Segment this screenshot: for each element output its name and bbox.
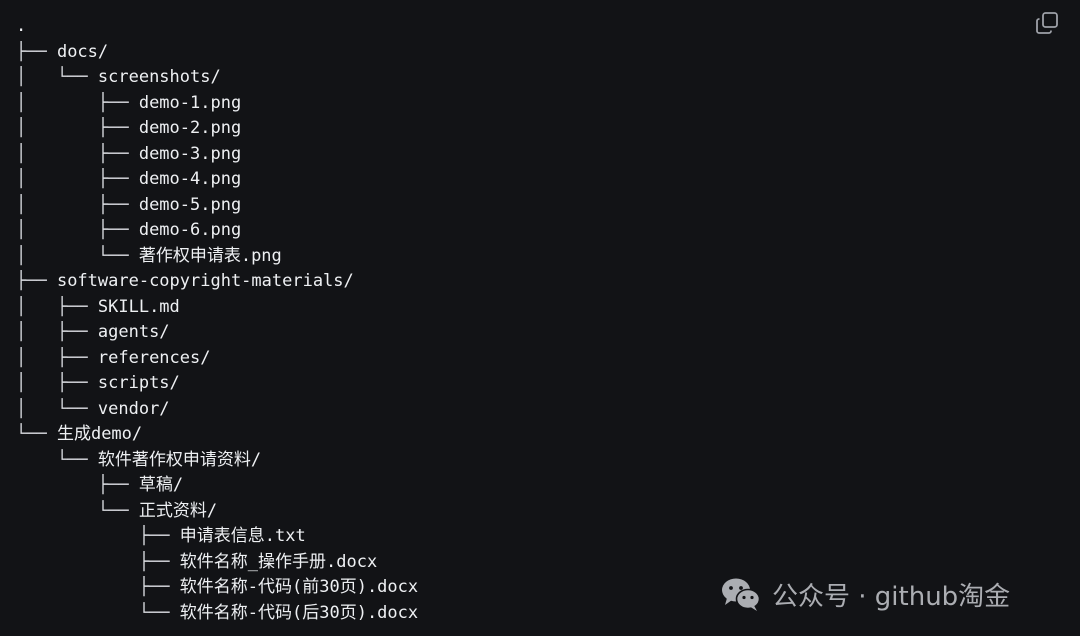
tree-line: ├── 软件名称-代码(前30页).docx (16, 575, 418, 601)
tree-line: ├── 草稿/ (16, 473, 418, 499)
tree-item-name: 生成demo/ (56, 424, 143, 444)
tree-item-name: demo-6.png (138, 220, 242, 240)
tree-line: │ ├── SKILL.md (16, 295, 418, 321)
tree-line: └── 生成demo/ (16, 422, 418, 448)
tree-guides: └── (16, 500, 139, 521)
code-block: . ├── docs/│ └── screenshots/│ ├── demo-1… (0, 0, 1080, 636)
tree-guides: ├── (16, 271, 57, 291)
tree-guides: ├── (16, 41, 57, 62)
tree-line: ├── docs/ (16, 40, 418, 66)
tree-guides: │ └── (16, 398, 98, 419)
tree-line: │ ├── agents/ (16, 320, 418, 346)
tree-guides: │ ├── (16, 322, 98, 342)
tree-line: │ ├── demo-4.png (16, 167, 418, 193)
tree-item-name: demo-3.png (138, 143, 242, 164)
tree-guides: ├── (16, 475, 139, 495)
tree-line: └── 软件著作权申请资料/ (16, 448, 418, 474)
tree-line: │ └── screenshots/ (16, 65, 418, 91)
tree-line: ├── software-copyright-materials/ (16, 269, 418, 295)
tree-item-name: software-copyright-materials/ (56, 271, 354, 291)
tree-guides: └── (16, 449, 98, 470)
tree-guides: └── (16, 424, 57, 444)
tree-line: │ └── 著作权申请表.png (16, 244, 418, 270)
tree-guides: ├── (16, 551, 180, 572)
tree-line: │ └── vendor/ (16, 397, 418, 423)
tree-item-name: screenshots/ (97, 67, 221, 87)
tree-item-name: SKILL.md (97, 296, 180, 317)
tree-guides: │ └── (16, 245, 139, 266)
tree-item-name: 正式资料/ (138, 500, 218, 521)
tree-item-name: 申请表信息.txt (179, 526, 306, 546)
tree-item-name: 软件名称-代码(后30页).docx (179, 602, 419, 623)
tree-item-name: 著作权申请表.png (138, 245, 282, 266)
tree-guides: │ ├── (16, 169, 139, 189)
watermark-text: 公众号 · github淘金 (772, 581, 1011, 612)
tree-guides: │ ├── (16, 92, 139, 113)
tree-item-name: demo-4.png (138, 169, 242, 189)
tree-item-name: . (16, 16, 27, 36)
tree-guides: ├── (16, 526, 180, 546)
tree-line: │ ├── scripts/ (16, 371, 418, 397)
tree-line: . (16, 14, 418, 40)
tree-guides: │ ├── (16, 220, 139, 240)
tree-guides: ├── (16, 577, 180, 597)
tree-guides: │ ├── (16, 118, 139, 138)
tree-line: └── 正式资料/ (16, 499, 418, 525)
tree-item-name: 软件名称_操作手册.docx (179, 551, 378, 572)
tree-guides: │ ├── (16, 296, 98, 317)
tree-line: │ ├── references/ (16, 346, 418, 372)
tree-item-name: 草稿/ (138, 475, 184, 495)
tree-item-name: demo-5.png (138, 194, 242, 215)
tree-item-name: demo-2.png (138, 118, 242, 138)
tree-line: │ ├── demo-3.png (16, 142, 418, 168)
tree-line: │ ├── demo-2.png (16, 116, 418, 142)
tree-line: │ ├── demo-5.png (16, 193, 418, 219)
tree-item-name: references/ (97, 347, 211, 368)
tree-line: │ ├── demo-6.png (16, 218, 418, 244)
tree-item-name: 软件名称-代码(前30页).docx (179, 577, 419, 597)
copy-button[interactable] (1034, 10, 1060, 36)
tree-guides: └── (16, 602, 180, 623)
tree-guides: │ ├── (16, 373, 98, 393)
tree-item-name: agents/ (97, 322, 170, 342)
tree-line: │ ├── demo-1.png (16, 91, 418, 117)
tree-item-name: vendor/ (97, 398, 170, 419)
tree-item-name: 软件著作权申请资料/ (97, 449, 262, 470)
tree-item-name: docs/ (56, 41, 109, 62)
copy-icon (1036, 12, 1058, 34)
file-tree: . ├── docs/│ └── screenshots/│ ├── demo-1… (16, 14, 418, 626)
watermark: 公众号 · github淘金 (720, 572, 1010, 616)
tree-item-name: demo-1.png (138, 92, 242, 113)
wechat-icon (722, 578, 761, 611)
tree-guides: │ ├── (16, 347, 98, 368)
tree-line: └── 软件名称-代码(后30页).docx (16, 601, 418, 627)
tree-line: ├── 申请表信息.txt (16, 524, 418, 550)
tree-item-name: scripts/ (97, 373, 180, 393)
tree-guides: │ ├── (16, 194, 139, 215)
tree-guides: │ ├── (16, 143, 139, 164)
tree-line: ├── 软件名称_操作手册.docx (16, 550, 418, 576)
tree-guides: │ └── (16, 67, 98, 87)
